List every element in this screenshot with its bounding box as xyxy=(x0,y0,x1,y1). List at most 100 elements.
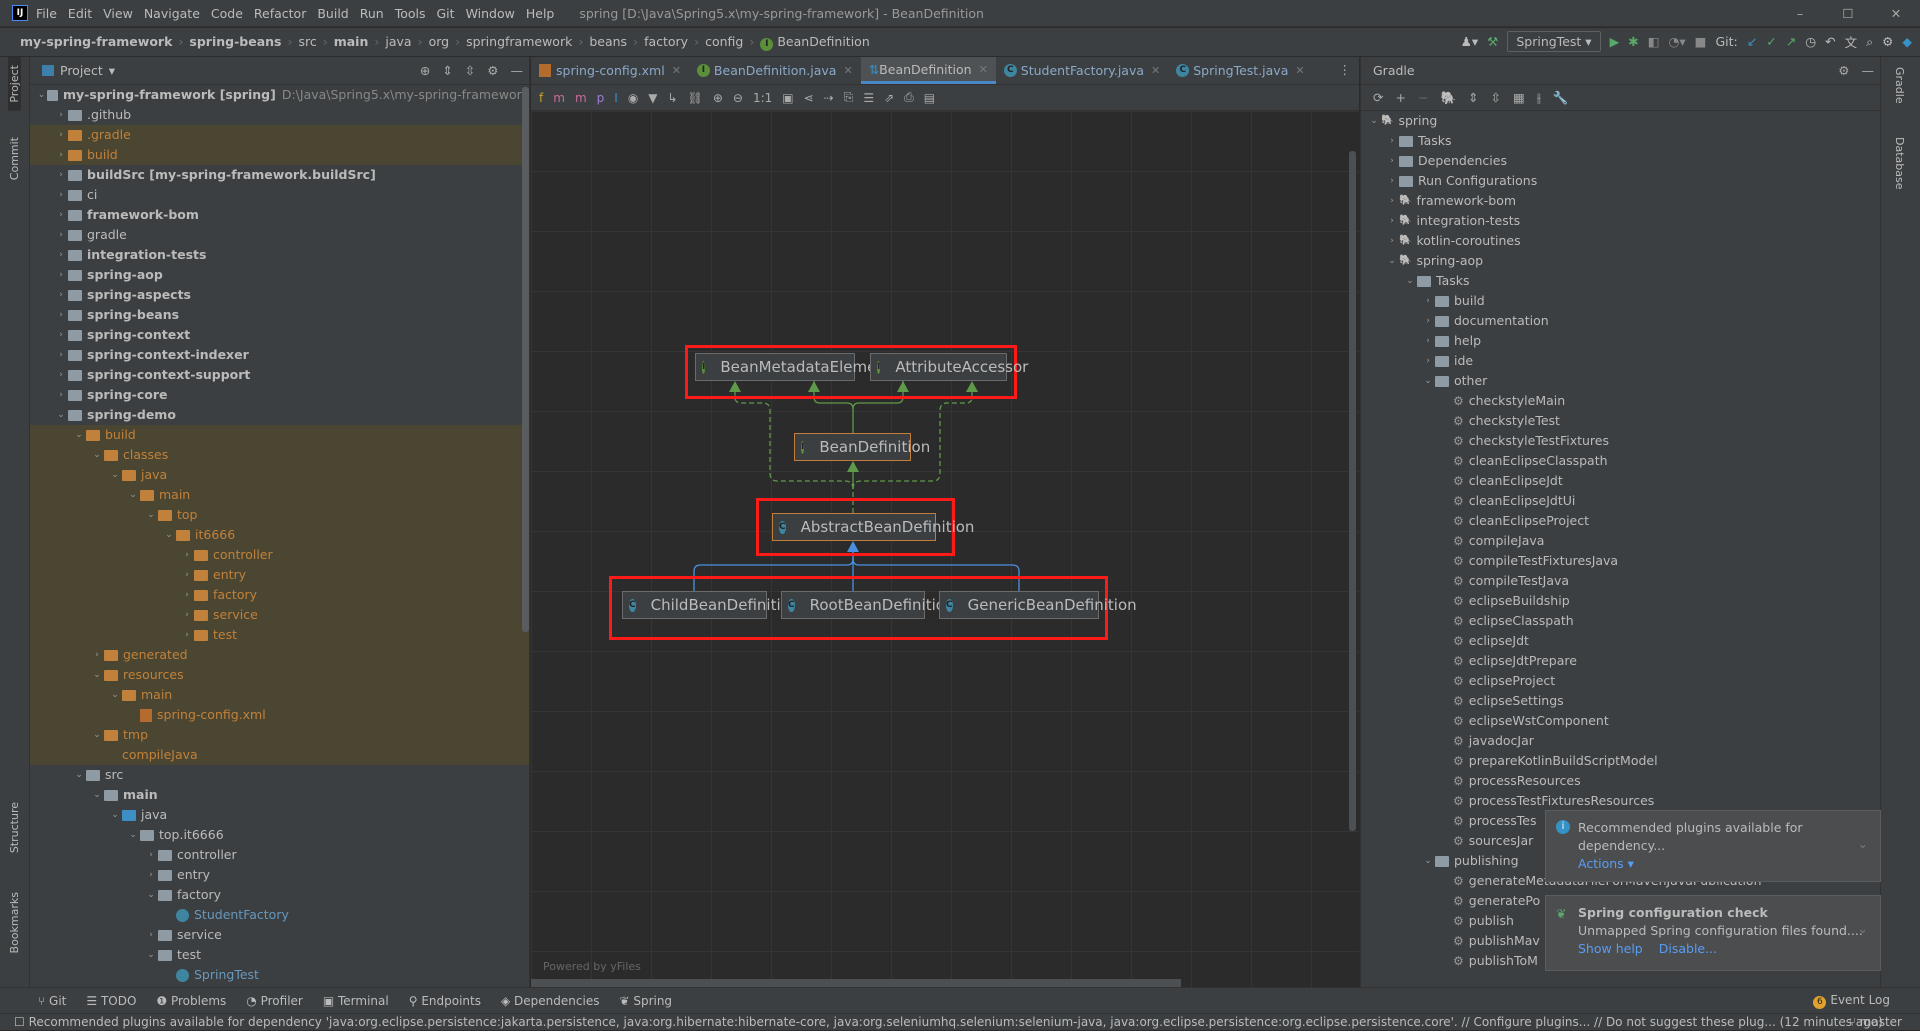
chevron-right-icon[interactable]: › xyxy=(1385,231,1399,251)
breadcrumb-item[interactable]: spring-beans xyxy=(189,34,281,49)
tree-item[interactable]: ⌄ src xyxy=(30,765,529,785)
tree-item[interactable]: ⌄ java xyxy=(30,465,529,485)
chevron-right-icon[interactable]: › xyxy=(1421,291,1435,311)
menu-build[interactable]: Build xyxy=(317,6,348,21)
strip-gradle[interactable]: Gradle xyxy=(1893,67,1906,104)
tree-item[interactable]: › spring-context xyxy=(30,325,529,345)
strip-structure[interactable]: Structure xyxy=(8,802,21,853)
tool-dependencies[interactable]: ◈ Dependencies xyxy=(501,994,599,1008)
close-tab-icon[interactable]: ✕ xyxy=(843,64,852,77)
chevron-right-icon[interactable]: › xyxy=(180,625,194,645)
show-icon[interactable]: ◉ xyxy=(628,91,638,105)
coverage-icon[interactable]: ◧ xyxy=(1648,34,1660,49)
tree-item[interactable]: › spring-aop xyxy=(30,265,529,285)
menu-run[interactable]: Run xyxy=(360,6,384,21)
chevron-down-icon[interactable]: ⌄ xyxy=(108,805,122,825)
chevron-right-icon[interactable]: › xyxy=(54,345,68,365)
chevron-down-icon[interactable]: ⌄ xyxy=(1385,251,1399,271)
strip-database[interactable]: Database xyxy=(1893,137,1906,190)
tree-item[interactable]: › controller xyxy=(30,845,529,865)
tree-item[interactable]: › generated xyxy=(30,645,529,665)
filter-icon[interactable]: ▼ xyxy=(648,91,657,105)
close-tab-icon[interactable]: ✕ xyxy=(672,64,681,77)
remove-icon[interactable]: − xyxy=(1418,90,1428,105)
constructors-icon[interactable]: m xyxy=(553,91,565,105)
tool-git[interactable]: ⑂ Git xyxy=(38,994,66,1008)
tree-item[interactable]: ⌄ my-spring-framework [spring] D:\Java\Spr… xyxy=(30,85,529,105)
git-commit-icon[interactable]: ✓ xyxy=(1766,34,1776,49)
tree-item[interactable]: › spring-aspects xyxy=(30,285,529,305)
tree-item[interactable]: spring-config.xml xyxy=(30,705,529,725)
close-tab-icon[interactable]: ✕ xyxy=(979,63,988,76)
methods-icon[interactable]: m xyxy=(575,91,587,105)
gradle-item[interactable]: ⚙ cleanEclipseProject xyxy=(1361,511,1880,531)
tree-item[interactable]: ⌄ top.it6666 xyxy=(30,825,529,845)
gradle-item[interactable]: › Dependencies xyxy=(1361,151,1880,171)
node-bean-metadata-element[interactable]: I BeanMetadataElement xyxy=(695,353,892,381)
build-tool-settings-icon[interactable]: 🔧 xyxy=(1553,90,1569,106)
menu-navigate[interactable]: Navigate xyxy=(144,6,200,21)
run-icon[interactable]: ▶ xyxy=(1610,34,1620,49)
chevron-right-icon[interactable]: › xyxy=(1385,191,1399,211)
event-log-button[interactable]: 6 Event Log xyxy=(1813,993,1890,1009)
gradle-item[interactable]: › 🐘 framework-bom xyxy=(1361,191,1880,211)
tree-item[interactable]: compileJava xyxy=(30,745,529,765)
search-icon[interactable]: ⌕ xyxy=(1866,34,1873,50)
chevron-right-icon[interactable]: › xyxy=(1385,151,1399,171)
chevron-right-icon[interactable]: › xyxy=(54,325,68,345)
gradle-item[interactable]: ⚙ cleanEclipseClasspath xyxy=(1361,451,1880,471)
tree-item[interactable]: ⌄ tmp xyxy=(30,725,529,745)
gradle-item[interactable]: ⚙ prepareKotlinBuildScriptModel xyxy=(1361,751,1880,771)
chevron-down-icon[interactable]: ⌄ xyxy=(36,85,47,105)
build-hammer-icon[interactable]: ⚒ xyxy=(1487,34,1498,49)
rollback-icon[interactable]: ↶ xyxy=(1825,34,1835,49)
menu-view[interactable]: View xyxy=(103,6,133,21)
chevron-right-icon[interactable]: › xyxy=(54,205,68,225)
gradle-item[interactable]: ⌄ 🐘 spring-aop xyxy=(1361,251,1880,271)
gradle-item[interactable]: ⚙ eclipseJdt xyxy=(1361,631,1880,651)
chevron-down-icon[interactable]: ⌄ xyxy=(126,825,140,845)
more-tabs-icon[interactable]: ⋮ xyxy=(1339,62,1352,77)
tree-item[interactable]: › spring-core xyxy=(30,385,529,405)
chevron-down-icon[interactable]: ⌄ xyxy=(108,465,122,485)
chevron-down-icon[interactable]: ⌄ xyxy=(72,425,86,445)
chevron-down-icon[interactable]: ⌄ xyxy=(1403,271,1417,291)
menu-window[interactable]: Window xyxy=(466,6,515,21)
chevron-down-icon[interactable]: ⌄ xyxy=(1421,371,1435,391)
fields-icon[interactable]: f xyxy=(539,91,543,105)
tab-studentfactory-java[interactable]: C StudentFactory.java ✕ xyxy=(996,57,1168,84)
print-icon[interactable]: ⎙ xyxy=(904,90,914,105)
chevron-right-icon[interactable]: › xyxy=(54,265,68,285)
chevron-right-icon[interactable]: › xyxy=(90,645,104,665)
chevron-right-icon[interactable]: › xyxy=(54,125,68,145)
tree-item[interactable]: SpringTest xyxy=(30,965,529,985)
tool-problems[interactable]: ❶ Problems xyxy=(156,994,226,1008)
tool-todo[interactable]: ☰ TODO xyxy=(86,994,136,1008)
tree-item[interactable]: › buildSrc [my-spring-framework.buildSrc] xyxy=(30,165,529,185)
chevron-right-icon[interactable]: › xyxy=(1385,211,1399,231)
chevron-down-icon[interactable]: ⌄ xyxy=(144,505,158,525)
chevron-down-icon[interactable]: ⌄ xyxy=(162,525,176,545)
gradle-item[interactable]: › Tasks xyxy=(1361,131,1880,151)
gradle-item[interactable]: ⚙ checkstyleTestFixtures xyxy=(1361,431,1880,451)
tree-item[interactable]: › service xyxy=(30,925,529,945)
execute-task-icon[interactable]: 🐘 xyxy=(1440,90,1456,106)
git-push-icon[interactable]: ↗ xyxy=(1786,34,1796,49)
zoom-out-icon[interactable]: ⊖ xyxy=(733,91,743,105)
chevron-right-icon[interactable]: › xyxy=(180,565,194,585)
chevron-down-icon[interactable]: ⌄ xyxy=(126,485,140,505)
disable-link[interactable]: Disable... xyxy=(1659,941,1717,956)
chevron-right-icon[interactable]: › xyxy=(144,865,158,885)
git-update-icon[interactable]: ↙ xyxy=(1747,34,1757,49)
tool-spring[interactable]: ❦ Spring xyxy=(619,994,672,1008)
add-icon[interactable]: + xyxy=(1395,90,1405,105)
gradle-item[interactable]: › 🐘 integration-tests xyxy=(1361,211,1880,231)
tree-item[interactable]: ⌄ factory xyxy=(30,885,529,905)
tree-item[interactable]: ⌄ classes xyxy=(30,445,529,465)
edge-icon[interactable]: ↳ xyxy=(668,91,678,105)
gradle-item[interactable]: ⌄ other xyxy=(1361,371,1880,391)
expand-all-icon[interactable]: ⇕ xyxy=(442,63,452,78)
menu-refactor[interactable]: Refactor xyxy=(254,6,306,21)
project-title[interactable]: Project xyxy=(60,63,103,78)
user-icon[interactable]: ♟▾ xyxy=(1461,34,1478,49)
